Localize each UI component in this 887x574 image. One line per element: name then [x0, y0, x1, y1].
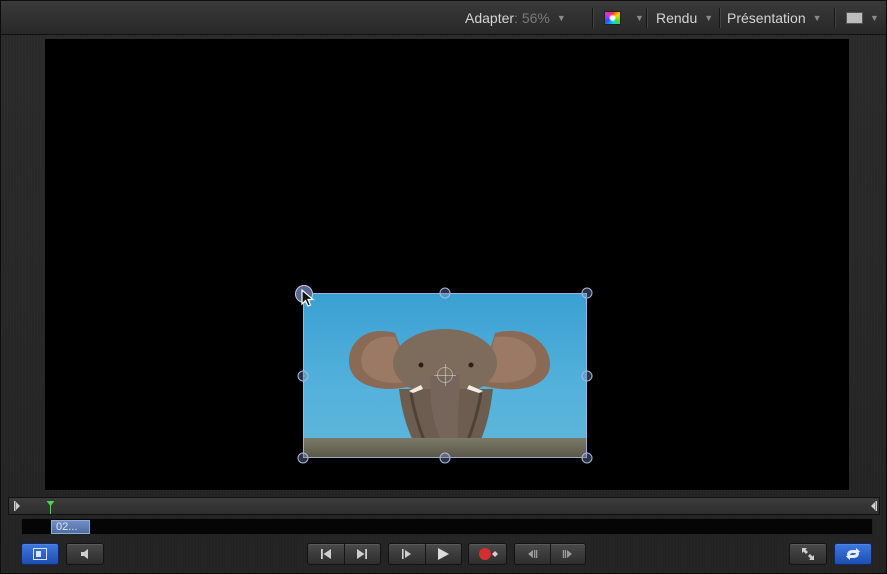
play-from-start-icon — [401, 549, 411, 559]
resize-handle-top[interactable] — [439, 287, 451, 299]
clip-track: 02... — [21, 518, 873, 535]
view-label: Présentation — [727, 10, 806, 26]
chevron-down-icon: ▼ — [704, 13, 714, 23]
chevron-down-icon: ▼ — [556, 13, 566, 23]
color-channels-menu[interactable]: ▼ — [604, 1, 644, 35]
resize-cursor-icon — [301, 288, 315, 307]
step-forward-icon — [562, 550, 572, 558]
play-from-start-button[interactable] — [389, 544, 426, 564]
play-button[interactable] — [426, 544, 462, 564]
skip-to-end-icon — [357, 549, 368, 559]
render-label: Rendu — [656, 10, 698, 26]
render-menu[interactable]: Rendu ▼ — [656, 1, 713, 35]
toolbar-divider — [646, 8, 647, 28]
loop-playback-button[interactable] — [834, 543, 872, 565]
canvas-toolbar: Adapter : 56% ▼ ▼ Rendu ▼ Présentation ▼… — [1, 1, 886, 35]
step-frame-group — [514, 543, 586, 565]
view-menu[interactable]: Présentation ▼ — [727, 1, 822, 35]
canvas-view-icon — [33, 548, 47, 560]
zoom-label: Adapter — [465, 10, 515, 26]
toolbar-divider — [834, 8, 835, 28]
speaker-icon — [81, 549, 88, 559]
color-wheel-icon — [604, 11, 621, 25]
resize-handle-right[interactable] — [581, 370, 593, 382]
playhead-icon[interactable] — [46, 500, 55, 514]
audio-button[interactable] — [66, 543, 104, 565]
resize-handle-bottom-right[interactable] — [581, 452, 593, 464]
resize-handle-left[interactable] — [297, 370, 309, 382]
mini-timeline[interactable] — [8, 497, 880, 515]
toolbar-divider — [592, 8, 593, 28]
expand-icon — [802, 548, 814, 560]
playback-group — [388, 543, 462, 565]
chevron-down-icon: ▼ — [870, 13, 879, 23]
toggle-view-button[interactable] — [21, 543, 59, 565]
previous-frame-button[interactable] — [515, 544, 551, 564]
play-range-in-icon[interactable] — [13, 499, 21, 513]
timeline-clip[interactable]: 02... — [51, 520, 90, 534]
record-button[interactable] — [468, 543, 507, 565]
play-icon — [438, 548, 450, 560]
view-layout-menu[interactable]: ▼ — [846, 1, 879, 35]
go-to-end-button[interactable] — [345, 544, 381, 564]
step-back-icon — [528, 550, 538, 558]
zoom-menu[interactable]: Adapter : 56% ▼ — [465, 1, 566, 35]
chevron-down-icon: ▼ — [812, 13, 822, 23]
view-layout-icon — [846, 12, 863, 24]
skip-to-start-icon — [320, 549, 331, 559]
chevron-down-icon: ▼ — [635, 13, 644, 23]
zoom-value: : 56% — [514, 10, 550, 26]
resize-handle-bottom[interactable] — [439, 452, 451, 464]
toolbar-divider — [719, 8, 720, 28]
record-icon — [478, 548, 498, 560]
play-range-out-icon[interactable] — [870, 499, 878, 513]
full-screen-button[interactable] — [789, 543, 827, 565]
resize-handle-bottom-left[interactable] — [297, 452, 309, 464]
go-to-start-button[interactable] — [308, 544, 345, 564]
go-to-start-end-group — [307, 543, 381, 565]
loop-icon — [846, 548, 860, 560]
canvas-window: Adapter : 56% ▼ ▼ Rendu ▼ Présentation ▼… — [0, 0, 887, 574]
next-frame-button[interactable] — [551, 544, 586, 564]
resize-handle-top-right[interactable] — [581, 287, 593, 299]
anchor-point-icon[interactable] — [434, 364, 456, 386]
